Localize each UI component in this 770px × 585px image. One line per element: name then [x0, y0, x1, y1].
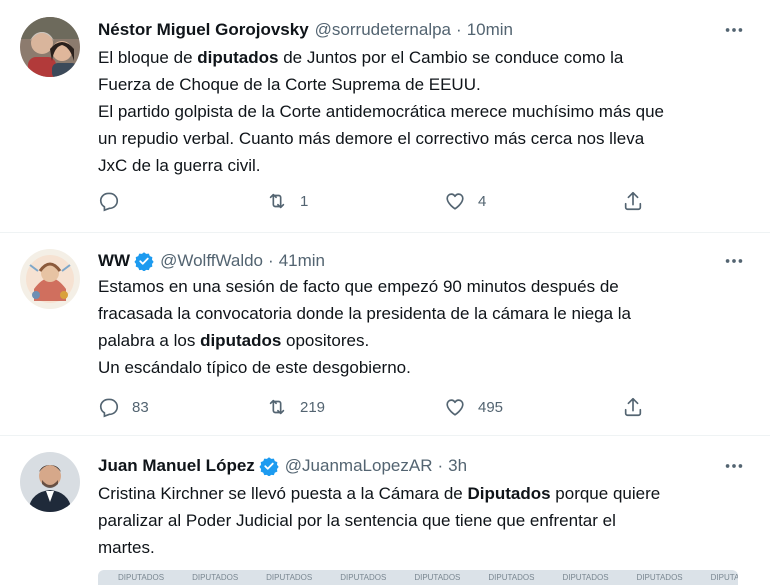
- media-label: DIPUTADOS: [266, 573, 313, 582]
- text-segment: El bloque de: [98, 48, 198, 67]
- media-label: DIPUTADOS: [636, 573, 683, 582]
- highlighted-keyword: diputados: [197, 48, 279, 67]
- verified-icon: [259, 456, 279, 476]
- display-name[interactable]: Néstor Miguel Gorojovsky: [98, 20, 309, 40]
- user-handle[interactable]: @WolffWaldo: [160, 251, 263, 271]
- highlighted-keyword: Diputados: [467, 484, 551, 503]
- text-segment: de Juntos por el Cambio se conduce como …: [278, 48, 624, 67]
- like-button[interactable]: 4: [444, 190, 622, 212]
- timestamp[interactable]: 10min: [467, 20, 513, 40]
- retweet-button[interactable]: 219: [266, 396, 444, 418]
- verified-icon: [134, 251, 154, 271]
- tweet-text: Cristina Kirchner se llevó puesta a la C…: [98, 480, 738, 561]
- avatar-illustration-image: [20, 249, 80, 309]
- text-segment: martes.: [98, 538, 155, 557]
- user-handle[interactable]: @JuanmaLopezAR: [285, 456, 433, 476]
- tweet-text-line: JxC de la guerra civil.: [98, 152, 738, 179]
- like-icon: [446, 399, 464, 416]
- text-segment: fracasada la convocatoria donde la presi…: [98, 304, 632, 323]
- text-segment: Fuerza de Choque de la Corte Suprema de …: [98, 75, 481, 94]
- media-label: DIPUTADOS: [192, 573, 239, 582]
- tweet-text: Estamos en una sesión de facto que empez…: [98, 273, 738, 381]
- share-icon: [624, 191, 642, 211]
- tweet-media-preview[interactable]: DIPUTADOS DIPUTADOS DIPUTADOS DIPUTADOS DIPU…: [98, 570, 738, 585]
- retweet-count: 1: [300, 192, 309, 210]
- text-segment: JxC de la guerra civil.: [98, 156, 261, 175]
- tweet-text-line: fracasada la convocatoria donde la presi…: [98, 300, 738, 327]
- tweet-text-line: Cristina Kirchner se llevó puesta a la C…: [98, 480, 738, 507]
- retweet-count: 219: [300, 398, 326, 416]
- tweet-text-line: paralizar al Poder Judicial por la sente…: [98, 507, 738, 534]
- reply-icon: [99, 192, 119, 212]
- display-name[interactable]: Juan Manuel López: [98, 456, 255, 476]
- text-segment: Un escándalo típico de este desgobierno.: [98, 358, 411, 377]
- like-count: 495: [478, 398, 504, 416]
- highlighted-keyword: diputados: [200, 331, 282, 350]
- display-name[interactable]: WW: [98, 251, 130, 271]
- tweet-header: WW @WolffWaldo · 41min: [98, 249, 325, 273]
- separator-dot: ·: [268, 251, 274, 270]
- media-label: DIPUTADOS: [710, 573, 738, 582]
- tweet-text-line: Un escándalo típico de este desgobierno.: [98, 354, 738, 381]
- timestamp[interactable]: 3h: [448, 456, 467, 476]
- like-icon: [446, 193, 464, 210]
- text-segment: Cristina Kirchner se llevó puesta a la C…: [98, 484, 468, 503]
- avatar[interactable]: [20, 17, 80, 77]
- timeline: Néstor Miguel Gorojovsky @sorrudeternalp…: [0, 0, 770, 585]
- text-segment: palabra a los: [98, 331, 201, 350]
- tweet-text-line: Estamos en una sesión de facto que empez…: [98, 273, 738, 300]
- tweet-actions: 1 4: [98, 188, 658, 214]
- avatar[interactable]: [20, 249, 80, 309]
- text-segment: porque quiere: [550, 484, 661, 503]
- retweet-button[interactable]: 1: [266, 190, 444, 212]
- tweet-header: Juan Manuel López @JuanmaLopezAR · 3h: [98, 454, 467, 478]
- reply-count: 83: [132, 398, 149, 416]
- share-button[interactable]: [622, 396, 644, 418]
- avatar-man-image: [20, 452, 80, 512]
- media-label: DIPUTADOS: [340, 573, 387, 582]
- separator-dot: ·: [456, 20, 462, 39]
- tweet-text-line: palabra a los diputados opositores.: [98, 327, 738, 354]
- tweet-text-line: martes.: [98, 534, 738, 561]
- like-count: 4: [478, 192, 487, 210]
- more-icon[interactable]: [722, 454, 746, 478]
- tweet-text-line: Fuerza de Choque de la Corte Suprema de …: [98, 71, 738, 98]
- user-handle[interactable]: @sorrudeternalpa: [315, 20, 451, 40]
- tweet-text: El bloque de diputados de Juntos por el …: [98, 44, 738, 179]
- retweet-icon: [269, 193, 285, 209]
- reply-icon: [99, 398, 119, 418]
- more-icon[interactable]: [722, 249, 746, 273]
- media-label: DIPUTADOS: [488, 573, 535, 582]
- tweet-text-line: un repudio verbal. Cuanto más demore el …: [98, 125, 738, 152]
- tweet-1[interactable]: Néstor Miguel Gorojovsky @sorrudeternalp…: [0, 0, 770, 233]
- tweet-text-line: El bloque de diputados de Juntos por el …: [98, 44, 738, 71]
- text-segment: un repudio verbal. Cuanto más demore el …: [98, 129, 645, 148]
- timestamp[interactable]: 41min: [279, 251, 325, 271]
- retweet-icon: [269, 399, 285, 415]
- tweet-text-line: El partido golpista de la Corte antidemo…: [98, 98, 738, 125]
- reply-button[interactable]: 83: [98, 396, 266, 418]
- tweet-actions: 83 219 495: [98, 394, 658, 420]
- media-label: DIPUTADOS: [562, 573, 609, 582]
- media-label: DIPUTADOS: [414, 573, 461, 582]
- tweet-3[interactable]: Juan Manuel López @JuanmaLopezAR · 3h Cr…: [0, 435, 770, 585]
- media-label: DIPUTADOS: [118, 573, 165, 582]
- tweet-header: Néstor Miguel Gorojovsky @sorrudeternalp…: [98, 18, 513, 42]
- like-button[interactable]: 495: [444, 396, 622, 418]
- share-button[interactable]: [622, 190, 644, 212]
- avatar-couple-image: [20, 17, 80, 77]
- tweet-2[interactable]: WW @WolffWaldo · 41min Estamos en una se…: [0, 232, 770, 436]
- reply-button[interactable]: [98, 190, 266, 212]
- text-segment: Estamos en una sesión de facto que empez…: [98, 277, 619, 296]
- text-segment: opositores.: [281, 331, 370, 350]
- avatar[interactable]: [20, 452, 80, 512]
- more-icon[interactable]: [722, 18, 746, 42]
- text-segment: El partido golpista de la Corte antidemo…: [98, 102, 664, 121]
- share-icon: [624, 397, 642, 417]
- separator-dot: ·: [437, 456, 444, 475]
- text-segment: paralizar al Poder Judicial por la sente…: [98, 511, 616, 530]
